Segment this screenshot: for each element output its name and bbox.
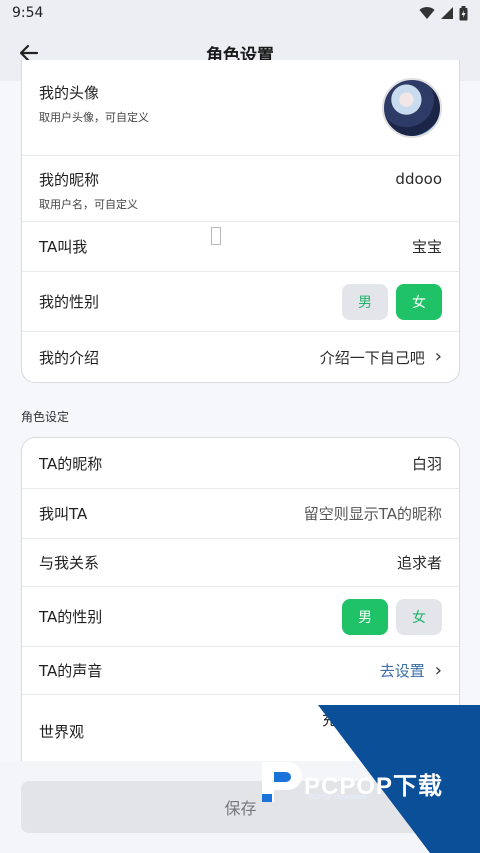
ta-voice-value-wrap: 去设置 › xyxy=(380,660,442,681)
my-nickname-sub: 取用户名，可自定义 xyxy=(39,198,138,211)
ta-calls-me-value: 宝宝 xyxy=(411,238,442,256)
worldview-value: 充满活力与创意的 xyxy=(321,711,442,729)
row-relation[interactable]: 与我关系 追求者 xyxy=(22,539,459,587)
avatar[interactable] xyxy=(382,77,442,138)
missing-glyph-icon xyxy=(211,227,221,245)
chevron-right-icon: › xyxy=(434,659,442,681)
status-time: 9:54 xyxy=(12,5,44,21)
status-icons xyxy=(419,5,468,21)
my-nickname-label: 我的昵称 xyxy=(39,171,100,189)
relation-value: 追求者 xyxy=(396,554,442,572)
save-button[interactable]: 保存 xyxy=(21,781,460,833)
worldview-label: 世界观 xyxy=(39,723,85,741)
ta-voice-value: 去设置 xyxy=(379,662,425,680)
wifi-icon xyxy=(419,7,435,20)
row-my-intro[interactable]: 我的介绍 介绍一下自己吧 › xyxy=(22,332,459,382)
row-my-nickname[interactable]: 我的昵称 取用户名，可自定义 ddooo xyxy=(22,156,459,222)
row-ta-voice[interactable]: TA的声音 去设置 › xyxy=(22,647,459,695)
my-avatar-label: 我的头像 xyxy=(39,84,100,102)
my-gender-male-button[interactable]: 男 xyxy=(342,283,388,320)
ta-calls-me-label: TA叫我 xyxy=(39,238,88,256)
ta-gender-female-button[interactable]: 女 xyxy=(396,598,442,635)
ta-nickname-label: TA的昵称 xyxy=(39,454,103,473)
i-call-ta-input[interactable]: 留空则显示TA的昵称 xyxy=(304,503,442,524)
role-card: TA的昵称 白羽 我叫TA 留空则显示TA的昵称 与我关系 追求者 TA的性别 … xyxy=(21,437,460,777)
my-gender-female-button[interactable]: 女 xyxy=(396,283,442,320)
ta-gender-male-button[interactable]: 男 xyxy=(342,598,388,635)
my-intro-value-wrap: 介绍一下自己吧 › xyxy=(320,347,442,368)
section-label-role: 角色设定 xyxy=(21,410,70,424)
battery-icon xyxy=(459,5,468,20)
ta-nickname-value: 白羽 xyxy=(411,454,442,473)
my-nickname-value: ddooo xyxy=(395,169,442,188)
my-intro-value: 介绍一下自己吧 xyxy=(319,348,425,367)
row-ta-calls-me[interactable]: TA叫我 宝宝 xyxy=(22,222,459,272)
signal-icon xyxy=(441,7,453,19)
row-ta-gender: TA的性别 男 女 xyxy=(22,587,459,647)
i-call-ta-label: 我叫TA xyxy=(39,505,88,523)
my-intro-label: 我的介绍 xyxy=(39,348,100,367)
ta-voice-label: TA的声音 xyxy=(39,662,103,680)
row-ta-nickname[interactable]: TA的昵称 白羽 xyxy=(22,438,459,489)
status-bar: 9:54 xyxy=(0,0,480,26)
my-info-card: 我的头像 取用户头像，可自定义 我的昵称 取用户名，可自定义 ddooo TA叫… xyxy=(21,60,460,383)
row-my-avatar[interactable]: 我的头像 取用户头像，可自定义 xyxy=(22,60,459,156)
row-i-call-ta[interactable]: 我叫TA 留空则显示TA的昵称 xyxy=(22,489,459,539)
my-gender-label: 我的性别 xyxy=(39,293,100,311)
chevron-right-icon: › xyxy=(434,346,442,367)
ta-gender-label: TA的性别 xyxy=(39,608,103,626)
my-gender-toggle: 男 女 xyxy=(342,283,442,320)
row-my-gender: 我的性别 男 女 xyxy=(22,272,459,332)
relation-label: 与我关系 xyxy=(39,554,100,572)
ta-gender-toggle: 男 女 xyxy=(342,598,442,635)
my-avatar-sub: 取用户头像，可自定义 xyxy=(39,111,149,124)
